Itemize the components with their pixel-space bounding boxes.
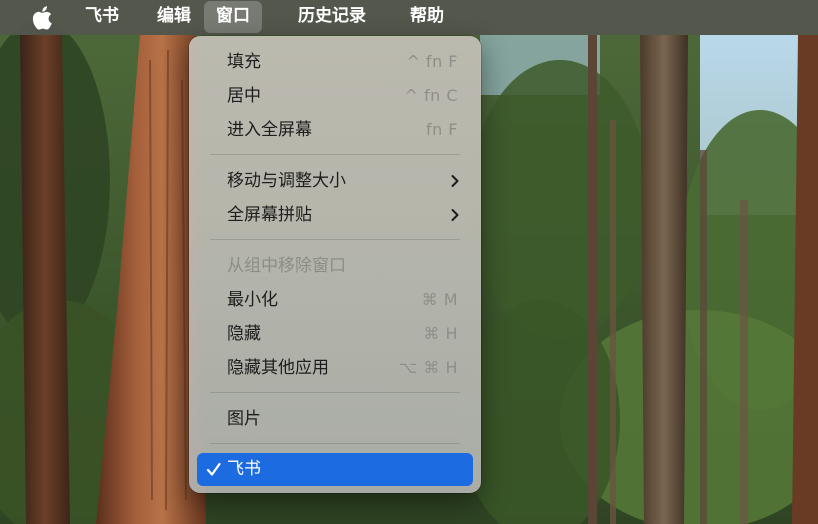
menu-item-shortcut: ^ fn F [406,52,458,71]
chevron-right-icon [451,209,459,221]
menu-item-label: 图片 [227,409,261,429]
menubar-item-help[interactable]: 帮助 [410,0,444,35]
menu-item-fullscreen-tile[interactable]: 全屏幕拼贴 [197,200,473,230]
menu-item-label: 全屏幕拼贴 [227,205,312,225]
menu-separator [210,443,460,444]
menu-item-shortcut: ^ fn C [404,86,458,105]
menu-item-pictures[interactable]: 图片 [197,404,473,434]
menu-item-shortcut: ⌥ ⌘ H [398,358,458,377]
menu-item-fill[interactable]: 填充 ^ fn F [197,47,473,77]
menu-separator [210,154,460,155]
menu-item-label: 飞书 [227,459,261,479]
menu-separator [210,392,460,393]
menubar-item-window[interactable]: 窗口 [204,1,262,33]
menu-item-feishu-window[interactable]: 飞书 [197,453,473,486]
menu-bar: 飞书 编辑 窗口 历史记录 帮助 [0,0,818,35]
menu-item-label: 从组中移除窗口 [227,256,346,276]
menu-item-center[interactable]: 居中 ^ fn C [197,81,473,111]
menubar-item-edit[interactable]: 编辑 [157,0,191,35]
menu-item-minimize[interactable]: 最小化 ⌘ M [197,285,473,315]
menu-item-label: 填充 [227,52,261,72]
menu-item-shortcut: fn F [425,120,458,139]
menu-item-label: 移动与调整大小 [227,171,346,191]
menubar-item-history[interactable]: 历史记录 [298,0,366,35]
menu-item-label: 居中 [227,86,261,106]
window-menu-dropdown: 填充 ^ fn F 居中 ^ fn C 进入全屏幕 fn F 移动与调整大小 全… [189,36,481,493]
menu-item-label: 最小化 [227,290,278,310]
menu-item-enter-fullscreen[interactable]: 进入全屏幕 fn F [197,115,473,145]
menu-item-shortcut: ⌘ M [421,290,458,309]
menu-item-label: 进入全屏幕 [227,120,312,140]
menu-item-shortcut: ⌘ H [423,324,458,343]
checkmark-icon [206,462,221,476]
menu-item-label: 隐藏 [227,324,261,344]
menu-item-hide-others[interactable]: 隐藏其他应用 ⌥ ⌘ H [197,353,473,383]
menu-item-hide[interactable]: 隐藏 ⌘ H [197,319,473,349]
desktop-screen: 飞书 编辑 窗口 历史记录 帮助 填充 ^ fn F 居中 ^ fn C 进入全… [0,0,818,524]
menu-item-label: 隐藏其他应用 [227,358,329,378]
menubar-item-feishu[interactable]: 飞书 [85,0,119,35]
menu-item-move-resize[interactable]: 移动与调整大小 [197,166,473,196]
apple-logo-icon[interactable] [32,5,56,31]
chevron-right-icon [451,175,459,187]
menu-separator [210,239,460,240]
menu-item-remove-from-group: 从组中移除窗口 [197,251,473,281]
